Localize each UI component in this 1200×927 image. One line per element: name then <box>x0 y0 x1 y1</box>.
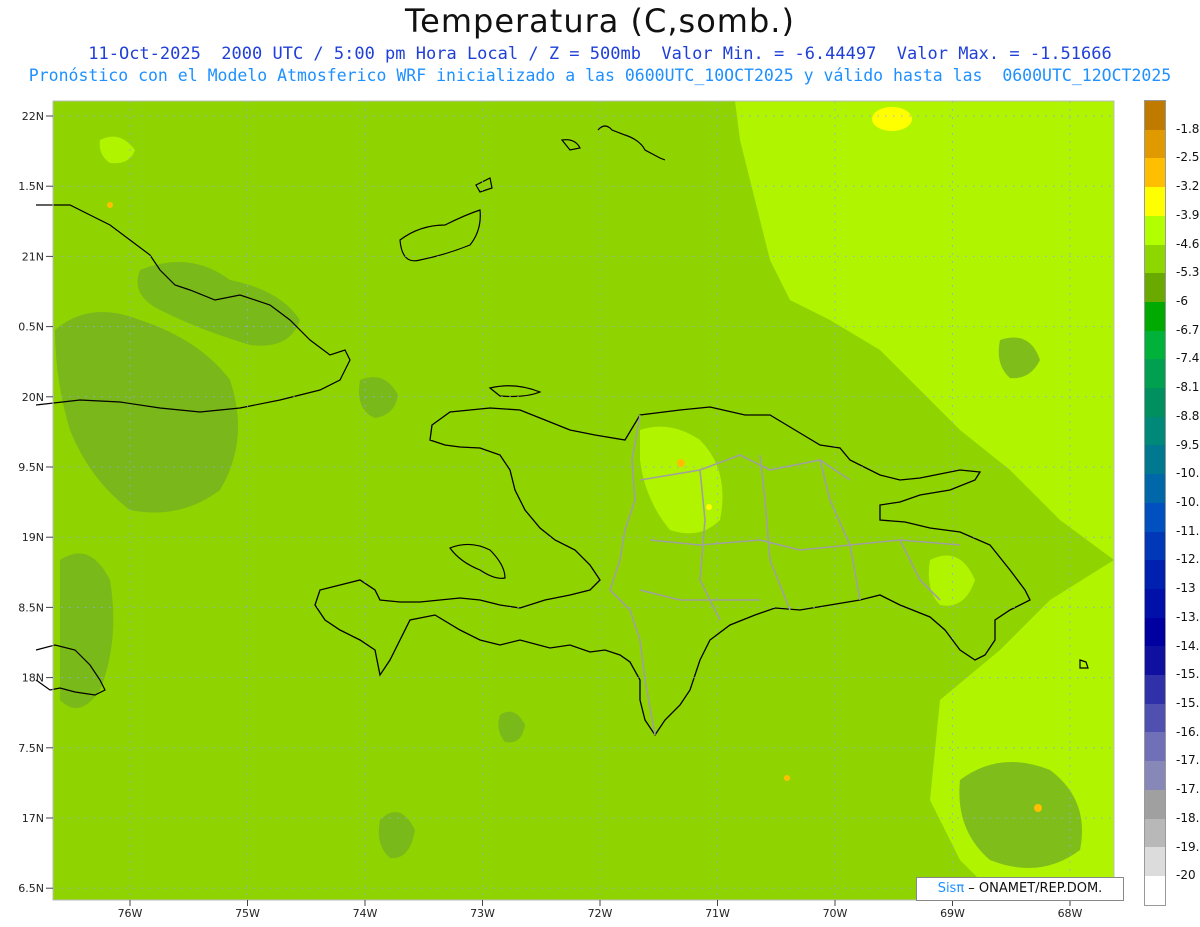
longitude-label: 74W <box>353 907 378 920</box>
color-scale-swatch <box>1145 330 1165 360</box>
warm-spot <box>107 202 113 208</box>
longitude-label: 71W <box>705 907 730 920</box>
color-scale-swatch <box>1145 474 1165 503</box>
color-scale-swatch <box>1145 732 1165 762</box>
color-scale-swatch <box>1145 502 1165 532</box>
color-scale-label: -17.2 <box>1176 753 1200 768</box>
warm-spot <box>784 775 790 781</box>
color-scale-swatch <box>1145 761 1165 790</box>
color-scale-swatch <box>1145 244 1165 274</box>
latitude-label: 1.5N <box>18 180 44 193</box>
color-scale-label: -13 <box>1176 581 1196 596</box>
color-scale-label: -10.9 <box>1176 495 1200 509</box>
color-scale-label: -15.8 <box>1176 696 1200 710</box>
longitude-label: 75W <box>235 907 260 920</box>
latitude-label: 17N <box>22 812 44 825</box>
longitude-label: 68W <box>1058 907 1083 920</box>
credit-box: Sisπ – ONAMET/REP.DOM. <box>916 877 1124 901</box>
color-scale-swatch <box>1145 789 1165 819</box>
color-scale-swatch <box>1145 847 1165 876</box>
color-scale-swatch <box>1145 531 1165 561</box>
color-scale-label: -19.3 <box>1176 839 1200 854</box>
latitude-label: 21N <box>22 250 44 263</box>
onamet-credit: – ONAMET/REP.DOM. <box>964 881 1103 896</box>
latitude-label: 9.5N <box>18 461 44 474</box>
color-scale-label: -13.7 <box>1176 609 1200 624</box>
latitude-label: 7.5N <box>18 742 44 755</box>
color-scale-label: -7.4 <box>1176 351 1200 366</box>
latitude-label: 18N <box>22 672 44 685</box>
color-scale-swatch <box>1145 101 1165 130</box>
color-scale-label: -10.2 <box>1176 466 1200 481</box>
warm-spot <box>677 459 685 467</box>
longitude-label: 70W <box>823 907 848 920</box>
color-scale-label: -20 <box>1176 868 1196 883</box>
warm-spot <box>1034 804 1042 812</box>
latitude-label: 19N <box>22 531 44 544</box>
warm-spot <box>872 107 912 131</box>
color-scale-label: -14.4 <box>1176 638 1200 653</box>
warm-spot <box>706 504 712 510</box>
color-scale-label: -12.3 <box>1176 552 1200 567</box>
latitude-label: 20N <box>22 391 44 404</box>
latitude-label: 0.5N <box>18 321 44 334</box>
color-scale-swatch <box>1145 187 1165 216</box>
color-scale-swatch <box>1145 215 1165 245</box>
color-scale-swatch <box>1145 588 1165 618</box>
color-scale-label: -1.8 <box>1176 121 1200 136</box>
temperature-map: 22N 1.5N 21N 0.5N 20N 9.5N 19N 8.5N 18N 7.5N 17N 6.… <box>18 100 1115 920</box>
color-scale-swatch <box>1145 273 1165 302</box>
color-scale-label: -8.1 <box>1176 380 1200 395</box>
color-scale-swatch <box>1145 560 1165 589</box>
latitude-label: 8.5N <box>18 601 44 614</box>
sispi-brand: Sisπ <box>937 881 965 896</box>
color-scale-swatch <box>1145 416 1165 446</box>
color-scale-label: -6 <box>1176 294 1188 308</box>
color-scale-swatch <box>1145 617 1165 647</box>
longitude-label: 73W <box>470 907 495 920</box>
color-scale-label: -16.5 <box>1176 724 1200 739</box>
longitude-label: 76W <box>118 907 143 920</box>
color-scale-label: -18.6 <box>1176 810 1200 825</box>
color-scale-label: -15.1 <box>1176 667 1200 682</box>
color-scale-swatch <box>1145 445 1165 475</box>
color-scale-swatch <box>1145 301 1165 331</box>
color-scale-swatch <box>1145 388 1165 417</box>
color-scale-swatch <box>1145 675 1165 704</box>
longitude-labels: 76W 75W 74W 73W 72W 71W 70W 69W 68W <box>118 900 1083 920</box>
color-scale-label: -2.5 <box>1176 150 1200 165</box>
color-scale-swatch <box>1145 818 1165 848</box>
color-scale-label: -3.9 <box>1176 207 1200 222</box>
latitude-label: 6.5N <box>18 882 44 895</box>
color-scale-label: -17.9 <box>1176 782 1200 797</box>
color-scale-swatch <box>1145 646 1165 676</box>
color-scale-bar <box>1144 100 1166 906</box>
longitude-label: 72W <box>588 907 613 920</box>
color-scale-label: -5.3 <box>1176 265 1200 280</box>
color-scale-swatch <box>1145 129 1165 159</box>
color-scale-label: -4.6 <box>1176 236 1200 251</box>
color-scale-swatch <box>1145 875 1165 905</box>
color-scale-label: -8.8 <box>1176 408 1200 423</box>
color-scale-label: -11.6 <box>1176 523 1200 538</box>
color-scale-swatch <box>1145 359 1165 389</box>
color-scale-label: -6.7 <box>1176 322 1200 337</box>
color-scale-label: -9.5 <box>1176 437 1200 452</box>
latitude-labels: 22N 1.5N 21N 0.5N 20N 9.5N 19N 8.5N 18N 7.5N 17N 6.… <box>18 110 53 895</box>
latitude-label: 22N <box>22 110 44 123</box>
color-scale-swatch <box>1145 158 1165 188</box>
color-scale-swatch <box>1145 703 1165 733</box>
color-scale-label: -3.2 <box>1176 179 1200 194</box>
longitude-label: 69W <box>940 907 965 920</box>
